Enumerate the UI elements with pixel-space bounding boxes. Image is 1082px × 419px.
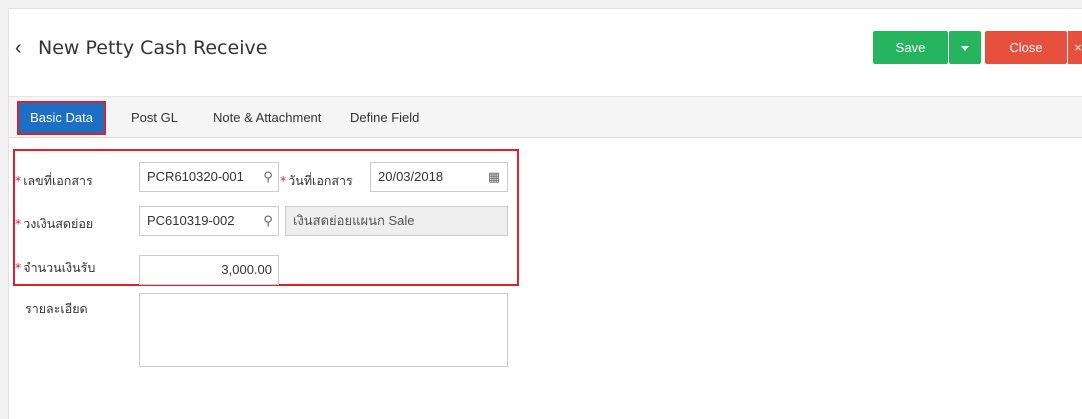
doc-no-label: * เลขที่เอกสาร	[15, 173, 93, 188]
page-header: ‹ New Petty Cash Receive Save Close ×	[9, 9, 1082, 91]
chevron-left-icon[interactable]: ‹	[15, 37, 31, 59]
detail-textarea[interactable]	[139, 293, 508, 367]
search-icon[interactable]: ⚲	[260, 206, 276, 236]
tab-define-field[interactable]: Define Field	[350, 97, 419, 138]
fund-label: * วงเงินสดย่อย	[15, 216, 94, 231]
fund-name-field: เงินสดย่อยแผนก Sale	[285, 206, 508, 236]
search-icon[interactable]: ⚲	[260, 162, 276, 192]
tab-basic-data[interactable]: Basic Data	[17, 101, 106, 135]
window-top-border	[0, 0, 1082, 8]
tab-post-gl[interactable]: Post GL	[131, 97, 178, 138]
tab-bar: Basic Data Post GL Note & Attachment Def…	[9, 96, 1082, 138]
form-panel: ‹ New Petty Cash Receive Save Close × Ba…	[8, 8, 1082, 419]
close-button[interactable]: Close	[985, 31, 1067, 64]
caret-down-icon	[961, 46, 969, 52]
fund-code-input[interactable]: PC610319-002	[139, 206, 279, 236]
detail-label: รายละเอียด	[25, 301, 88, 316]
save-dropdown-button[interactable]	[949, 31, 981, 64]
required-mark: *	[15, 216, 22, 231]
page-title: New Petty Cash Receive	[38, 37, 268, 59]
save-button[interactable]: Save	[873, 31, 948, 64]
tab-note-attachment[interactable]: Note & Attachment	[213, 97, 321, 138]
amount-label: * จำนวนเงินรับ	[15, 260, 96, 275]
doc-no-input[interactable]: PCR610320-001	[139, 162, 279, 192]
required-mark: *	[15, 173, 22, 188]
close-x-icon[interactable]: ×	[1068, 31, 1082, 64]
doc-date-label: * วันที่เอกสาร	[280, 173, 353, 188]
required-mark: *	[280, 173, 287, 188]
required-mark: *	[15, 260, 22, 275]
calendar-icon[interactable]: ▦	[486, 162, 502, 192]
amount-input[interactable]: 3,000.00	[139, 255, 279, 285]
window-left-border	[0, 8, 8, 419]
